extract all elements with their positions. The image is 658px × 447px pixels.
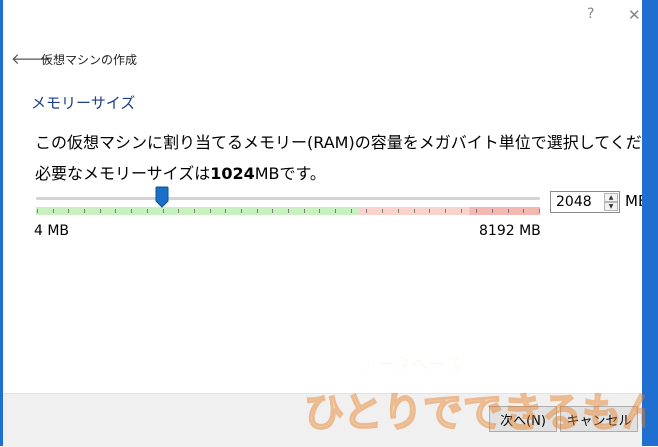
description-line-2: 必要なメモリーサイズは1024MBです。	[35, 160, 326, 184]
required-memory-suffix: MBです。	[254, 164, 326, 183]
required-memory-prefix: 必要なメモリーサイズは	[35, 164, 211, 183]
memory-spinbox[interactable]: 2048 ▲ ▼	[550, 191, 620, 213]
section-title: メモリーサイズ	[31, 94, 136, 112]
slider-min-label: 4 MB	[34, 223, 70, 239]
memory-spinbox-value[interactable]: 2048	[556, 194, 592, 210]
dialog-footer: 次へ(N) キャンセル	[3, 393, 642, 447]
next-button[interactable]: 次へ(N)	[489, 406, 557, 432]
spin-up-icon[interactable]: ▲	[604, 193, 618, 202]
slider-zone-danger	[469, 207, 540, 215]
spin-down-icon[interactable]: ▼	[604, 202, 618, 211]
slider-max-label: 8192 MB	[479, 223, 541, 239]
wizard-title: 仮想マシンの作成	[41, 53, 138, 67]
slider-track	[36, 207, 540, 215]
cancel-button[interactable]: キャンセル	[560, 406, 638, 432]
required-memory-value: 1024	[210, 164, 255, 183]
description-line-1: この仮想マシンに割り当てるメモリー(RAM)の容量をメガバイト単位で選択してくだ…	[35, 133, 658, 152]
slider-thumb[interactable]	[155, 186, 169, 208]
memory-slider[interactable]	[36, 186, 542, 222]
create-vm-dialog: ? ✕ 🡐 仮想マシンの作成 メモリーサイズ この仮想マシンに割り当てるメモリー…	[3, 0, 658, 447]
help-button[interactable]: ?	[587, 6, 594, 22]
window-frame-right	[642, 0, 658, 446]
close-button[interactable]: ✕	[628, 6, 641, 24]
